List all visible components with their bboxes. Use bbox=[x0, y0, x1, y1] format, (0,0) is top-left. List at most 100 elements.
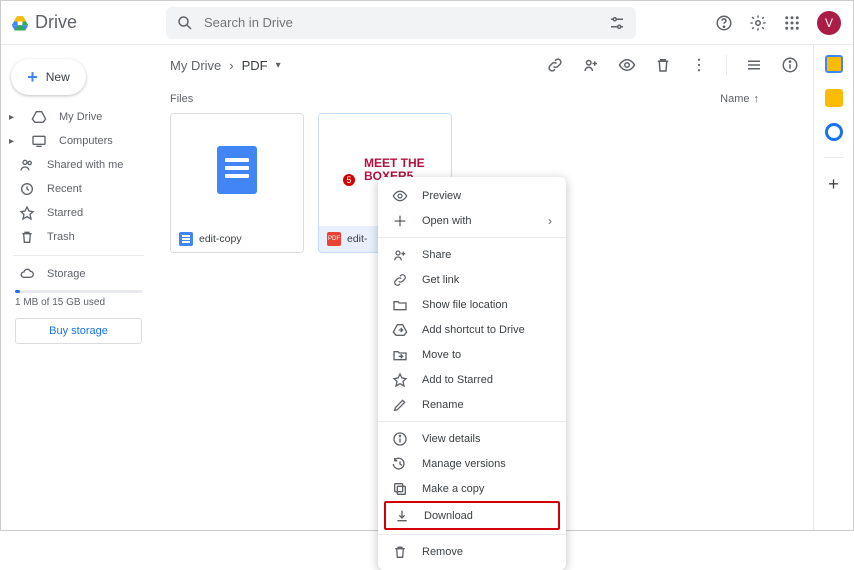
ctx-rename[interactable]: Rename bbox=[378, 392, 566, 417]
add-icon[interactable]: + bbox=[828, 174, 839, 195]
search-options-icon[interactable] bbox=[608, 14, 626, 32]
calendar-icon[interactable] bbox=[825, 55, 843, 73]
sidebar-item-mydrive[interactable]: ▸ My Drive bbox=[1, 105, 156, 129]
ctx-item-label: Show file location bbox=[422, 299, 508, 311]
download-icon bbox=[394, 508, 410, 524]
star-icon bbox=[19, 205, 35, 221]
chevron-right-icon: ▸ bbox=[9, 112, 19, 123]
sidebar-item-recent[interactable]: Recent bbox=[1, 177, 156, 201]
ctx-item-label: Preview bbox=[422, 190, 461, 202]
header: Drive V bbox=[1, 1, 853, 45]
doc-icon bbox=[217, 146, 257, 194]
sidebar-item-storage[interactable]: Storage bbox=[1, 262, 156, 286]
ctx-item-label: Rename bbox=[422, 399, 464, 411]
files-header: Files Name ↑ bbox=[170, 85, 799, 111]
arrow-up-icon: ↑ bbox=[754, 93, 760, 105]
ctx-item-label: Make a copy bbox=[422, 483, 484, 495]
ctx-item-label: Add shortcut to Drive bbox=[422, 324, 525, 336]
copy-icon bbox=[392, 481, 408, 497]
trash-icon bbox=[392, 544, 408, 560]
shortcut-icon bbox=[392, 322, 408, 338]
logo-area[interactable]: Drive bbox=[11, 12, 166, 33]
ctx-share[interactable]: Share bbox=[378, 242, 566, 267]
sidebar-item-trash[interactable]: Trash bbox=[1, 225, 156, 249]
ctx-add-shortcut-to-drive[interactable]: Add shortcut to Drive bbox=[378, 317, 566, 342]
versions-icon bbox=[392, 456, 408, 472]
ctx-manage-versions[interactable]: Manage versions bbox=[378, 451, 566, 476]
help-icon[interactable] bbox=[715, 14, 733, 32]
rename-icon bbox=[392, 397, 408, 413]
moveto-icon bbox=[392, 347, 408, 363]
link-icon bbox=[392, 272, 408, 288]
gear-icon[interactable] bbox=[749, 14, 767, 32]
more-icon[interactable] bbox=[690, 56, 708, 74]
plus-icon: + bbox=[27, 67, 38, 88]
ctx-view-details[interactable]: View details bbox=[378, 426, 566, 451]
ctx-download[interactable]: Download bbox=[386, 503, 558, 528]
ctx-item-label: Share bbox=[422, 249, 451, 261]
chevron-right-icon: ▸ bbox=[9, 136, 19, 147]
share-icon[interactable] bbox=[582, 56, 600, 74]
trash-icon bbox=[19, 229, 35, 245]
ctx-item-label: Manage versions bbox=[422, 458, 506, 470]
file-thumb bbox=[171, 114, 303, 226]
ctx-show-file-location[interactable]: Show file location bbox=[378, 292, 566, 317]
ctx-add-to-starred[interactable]: Add to Starred bbox=[378, 367, 566, 392]
side-rail: + bbox=[813, 45, 853, 530]
search-input[interactable] bbox=[204, 15, 598, 30]
link-icon[interactable] bbox=[546, 56, 564, 74]
ctx-item-label: Add to Starred bbox=[422, 374, 493, 386]
cloud-icon bbox=[19, 266, 35, 282]
list-view-icon[interactable] bbox=[745, 56, 763, 74]
new-button[interactable]: + New bbox=[11, 59, 86, 95]
ctx-item-label: Remove bbox=[422, 546, 463, 558]
chevron-down-icon[interactable]: ▾ bbox=[276, 60, 281, 71]
search-box[interactable] bbox=[166, 7, 636, 39]
preview-icon[interactable] bbox=[618, 56, 636, 74]
breadcrumb-root[interactable]: My Drive bbox=[170, 58, 221, 73]
eye-icon bbox=[392, 188, 408, 204]
file-card[interactable]: edit-copy bbox=[170, 113, 304, 253]
ctx-divider bbox=[378, 237, 566, 238]
breadcrumb: My Drive › PDF ▾ bbox=[170, 58, 281, 73]
chevron-right-icon: › bbox=[229, 58, 233, 73]
sidebar-item-label: Starred bbox=[47, 207, 83, 219]
sidebar-item-label: My Drive bbox=[59, 111, 102, 123]
ctx-preview[interactable]: Preview bbox=[378, 183, 566, 208]
sidebar-item-computers[interactable]: ▸ Computers bbox=[1, 129, 156, 153]
sidebar-item-label: Shared with me bbox=[47, 159, 123, 171]
ctx-get-link[interactable]: Get link bbox=[378, 267, 566, 292]
keep-icon[interactable] bbox=[825, 89, 843, 107]
breadcrumb-current[interactable]: PDF bbox=[242, 58, 268, 73]
info-icon bbox=[392, 431, 408, 447]
buy-storage-button[interactable]: Buy storage bbox=[15, 318, 142, 344]
apps-icon[interactable] bbox=[783, 14, 801, 32]
star-icon bbox=[392, 372, 408, 388]
storage-label: Storage bbox=[47, 268, 86, 280]
info-icon[interactable] bbox=[781, 56, 799, 74]
ctx-make-a-copy[interactable]: Make a copy bbox=[378, 476, 566, 501]
trash-icon[interactable] bbox=[654, 56, 672, 74]
app-name: Drive bbox=[35, 12, 77, 33]
sidebar: + New ▸ My Drive ▸ Computers Shared with… bbox=[1, 45, 156, 530]
ctx-open-with[interactable]: Open with bbox=[378, 208, 566, 233]
ctx-divider bbox=[378, 421, 566, 422]
sidebar-item-shared[interactable]: Shared with me bbox=[1, 153, 156, 177]
personadd-icon bbox=[392, 247, 408, 263]
tasks-icon[interactable] bbox=[825, 123, 843, 141]
ctx-item-label: View details bbox=[422, 433, 481, 445]
ctx-remove[interactable]: Remove bbox=[378, 539, 566, 564]
sidebar-item-label: Trash bbox=[47, 231, 75, 243]
file-name: edit-copy bbox=[199, 233, 242, 245]
avatar[interactable]: V bbox=[817, 11, 841, 35]
storage-text: 1 MB of 15 GB used bbox=[15, 297, 142, 308]
sort-name[interactable]: Name ↑ bbox=[720, 93, 759, 105]
ctx-item-label: Move to bbox=[422, 349, 461, 361]
sidebar-item-starred[interactable]: Starred bbox=[1, 201, 156, 225]
ctx-move-to[interactable]: Move to bbox=[378, 342, 566, 367]
files-label: Files bbox=[170, 93, 193, 105]
ctx-item-label: Get link bbox=[422, 274, 459, 286]
sidebar-item-label: Computers bbox=[59, 135, 113, 147]
folder-icon bbox=[392, 297, 408, 313]
new-button-label: New bbox=[46, 70, 70, 84]
